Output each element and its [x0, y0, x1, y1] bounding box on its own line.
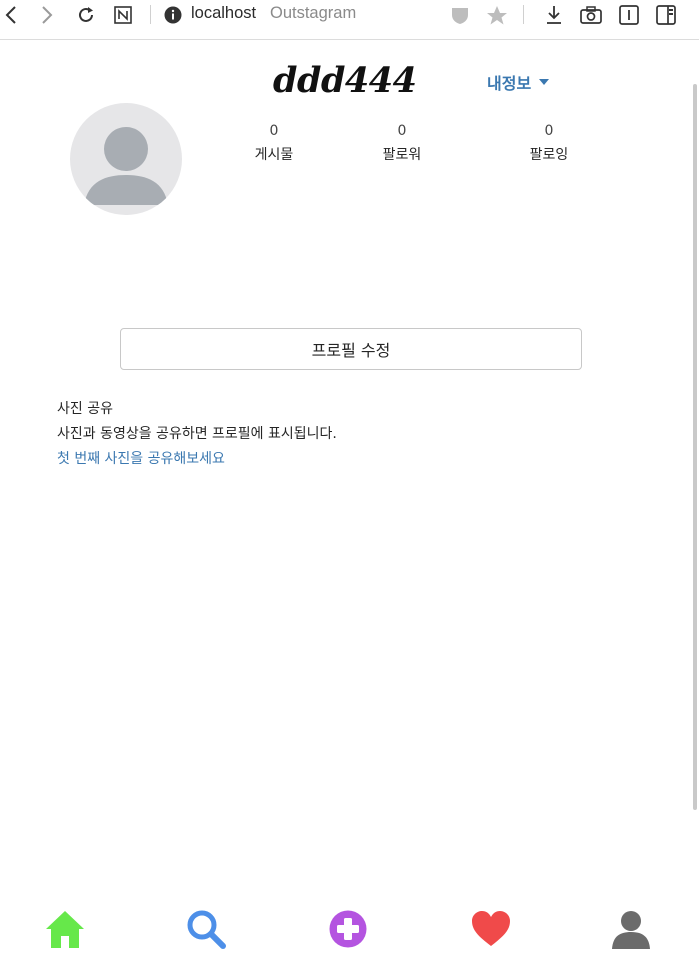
back-icon[interactable]: [0, 0, 22, 30]
address-host[interactable]: localhost: [191, 4, 256, 23]
stat-posts-value: 0: [269, 123, 279, 139]
browser-toolbar: localhost Outstagram: [0, 0, 699, 40]
sidebar-icon[interactable]: [655, 0, 677, 30]
default-avatar-icon: [84, 127, 168, 205]
reader-icon[interactable]: [618, 0, 640, 30]
stat-followers-label: 팔로워: [382, 147, 422, 163]
share-title: 사진 공유: [57, 401, 113, 417]
notion-icon[interactable]: [112, 0, 134, 30]
stat-followers[interactable]: 0 팔로워: [352, 124, 452, 162]
search-icon[interactable]: [184, 906, 228, 952]
bottom-nav: [0, 900, 699, 956]
scrollbar-thumb[interactable]: [693, 84, 697, 810]
edit-profile-button[interactable]: 프로필 수정: [120, 328, 582, 370]
profile-username: ddd444: [273, 60, 417, 101]
scrollbar[interactable]: [691, 40, 699, 956]
share-first-photo-link[interactable]: 첫 번째 사진을 공유해보세요: [57, 448, 225, 468]
share-description: 사진과 동영상을 공유하면 프로필에 표시됩니다.: [57, 426, 337, 442]
stat-posts[interactable]: 0 게시물: [224, 124, 324, 162]
user-icon[interactable]: [609, 906, 653, 952]
add-icon[interactable]: [326, 906, 370, 952]
download-icon[interactable]: [543, 0, 565, 30]
stat-following-label: 팔로잉: [529, 147, 569, 163]
stat-following[interactable]: 0 팔로잉: [499, 124, 599, 162]
heart-icon[interactable]: [469, 906, 513, 952]
stat-following-value: 0: [544, 123, 554, 139]
my-info-dropdown[interactable]: 내정보: [487, 70, 550, 94]
avatar[interactable]: [70, 103, 182, 215]
stat-posts-label: 게시물: [254, 147, 294, 163]
page-title: Outstagram: [270, 4, 357, 22]
info-icon[interactable]: [163, 0, 183, 30]
my-info-label: 내정보: [487, 74, 532, 93]
stat-followers-value: 0: [397, 123, 407, 139]
camera-icon[interactable]: [580, 0, 602, 30]
toolbar-divider: [523, 5, 524, 24]
caret-down-icon: [539, 79, 550, 85]
forward-icon[interactable]: [36, 0, 58, 30]
toolbar-divider: [150, 5, 151, 24]
shield-icon[interactable]: [449, 0, 471, 30]
home-icon[interactable]: [43, 906, 87, 952]
reload-icon[interactable]: [74, 0, 98, 30]
star-icon[interactable]: [486, 0, 508, 30]
